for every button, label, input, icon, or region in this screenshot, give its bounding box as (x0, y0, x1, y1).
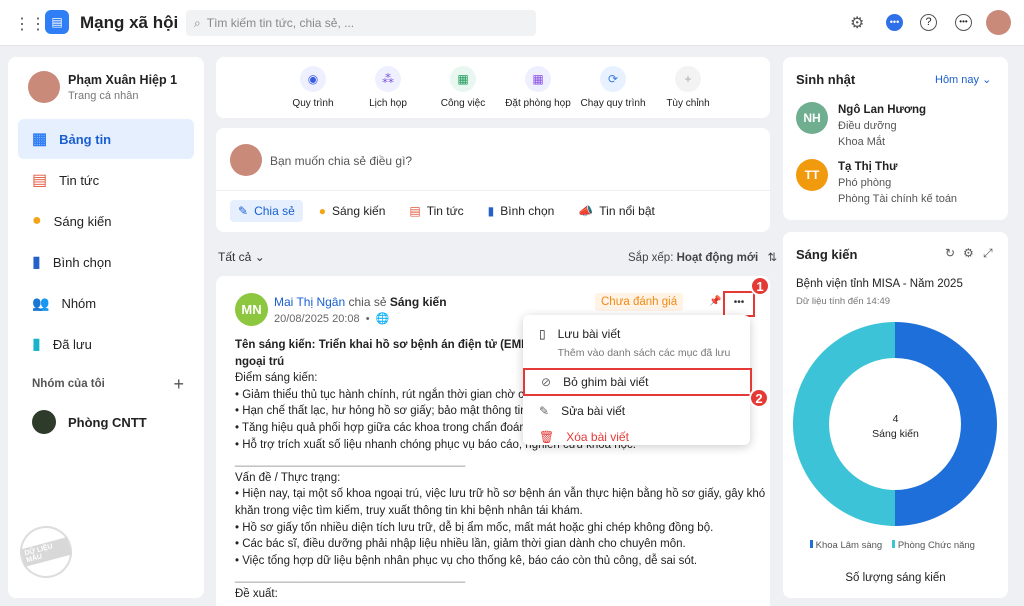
search-icon: ⌕ (194, 15, 201, 30)
chat-icon[interactable]: ••• (886, 14, 903, 31)
sort-control[interactable]: Sắp xếp: Hoạt động mới ⇅ (628, 250, 777, 264)
post-context-menu: ▯ Lưu bài viết Thêm vào danh sách các mục … (523, 315, 752, 445)
sort-icon: ⇅ (767, 252, 778, 264)
pencil-icon: ✎ (539, 404, 550, 418)
newspaper-icon: ▤ (32, 172, 48, 189)
run-workflow-icon: ⟳ (600, 66, 626, 92)
author-link[interactable]: Mai Thị Ngân (274, 295, 345, 309)
expand-icon[interactable]: ⤢ (983, 246, 993, 261)
user-avatar[interactable] (986, 10, 1011, 35)
tab-featured[interactable]: 📣 Tin nổi bật (570, 200, 663, 222)
post-composer: Bạn muốn chia sẻ điều gì? ✎ Chia sẻ ● Sáng… (216, 128, 770, 232)
group-icon: 👥 (32, 294, 50, 311)
bookmark-icon: ▯ (539, 327, 546, 341)
sample-data-watermark: DỮ LIỆU MẪU (14, 520, 78, 584)
app-title: Mạng xã hội (80, 13, 179, 32)
step-badge-2: 2 (749, 388, 769, 408)
legend-item: Phòng Chức năng (892, 540, 975, 551)
quick-action-run-workflow[interactable]: ⟳ Chạy quy trình (578, 66, 648, 109)
chevron-down-icon: ⌄ (254, 250, 265, 264)
more-icon[interactable]: ••• (955, 14, 972, 31)
tab-initiative[interactable]: ● Sáng kiến (311, 200, 394, 222)
lightbulb-icon: ● (318, 204, 326, 218)
pin-icon[interactable]: 📌 (709, 296, 721, 307)
author-avatar: MN (235, 293, 268, 326)
news-feed-icon: ▦ (32, 131, 48, 148)
menu-item-delete[interactable]: 🗑 Xóa bài viết (523, 430, 750, 444)
meeting-icon: ⁂ (375, 66, 401, 92)
bar-chart-icon: ▮ (32, 254, 41, 271)
quick-action-meeting[interactable]: ⁂ Lịch họp (353, 66, 423, 109)
menu-item-save[interactable]: ▯ Lưu bài viết Thêm vào danh sách các mục … (523, 315, 750, 359)
quick-action-customize[interactable]: + Tùy chỉnh (653, 66, 723, 109)
quick-action-workflow[interactable]: ◉ Quy trình (278, 66, 348, 109)
initiative-title: Sáng kiến (796, 247, 858, 262)
sidebar-item-polls[interactable]: ▮ Bình chọn (18, 242, 194, 282)
composer-input[interactable]: Bạn muốn chia sẻ điều gì? (270, 154, 412, 168)
help-icon[interactable]: ? (920, 14, 937, 31)
settings-icon[interactable]: ⚙ (850, 13, 864, 33)
tab-share[interactable]: ✎ Chia sẻ (230, 200, 303, 222)
app-logo-icon: ▤ (45, 10, 69, 34)
avatar (230, 144, 262, 176)
birthday-filter[interactable]: Hôm nay ⌄ (935, 73, 991, 86)
person-avatar: NH (796, 102, 828, 134)
quick-action-tasks[interactable]: ▦ Công việc (428, 66, 498, 109)
plus-icon: + (675, 66, 701, 92)
quick-action-room-booking[interactable]: ▦ Đặt phòng họp (503, 66, 573, 109)
bar-chart-icon: ▮ (487, 204, 495, 218)
feed-filter[interactable]: Tất cả ⌄ (218, 250, 265, 264)
step-badge-1: 1 (750, 276, 770, 296)
settings-icon[interactable]: ⚙ (963, 246, 974, 260)
profile-link[interactable]: Phạm Xuân Hiệp 1 Trang cá nhân (28, 71, 194, 103)
calendar-check-icon: ▦ (450, 66, 476, 92)
legend-item: Khoa Lâm sàng (810, 540, 882, 551)
sidebar-item-news[interactable]: ▤ Tin tức (18, 160, 194, 200)
initiative-widget: Sáng kiến ↻ ⚙ ⤢ Bệnh viện tỉnh MISA - Nă… (783, 232, 1008, 598)
birthday-person[interactable]: TT Tạ Thị Thư Phó phòng Phòng Tài chính kế… (796, 159, 957, 207)
avatar (28, 71, 60, 103)
quick-actions: ◉ Quy trình ⁂ Lịch họp ▦ Công việc ▦ Đặt phò… (216, 57, 770, 118)
birthday-widget: Sinh nhật Hôm nay ⌄ NH Ngô Lan Hương Điều… (783, 57, 1008, 220)
add-group-icon[interactable]: + (173, 375, 184, 393)
calendar-icon: ▦ (525, 66, 551, 92)
search-input[interactable]: ⌕ Tìm kiếm tin tức, chia sẻ, ... (186, 10, 536, 36)
globe-icon: 🌐 (375, 313, 390, 325)
person-avatar: TT (796, 159, 828, 191)
lightbulb-icon: ● (32, 212, 42, 229)
chart-center: 4 Sáng kiến (872, 413, 919, 440)
refresh-icon[interactable]: ↻ (945, 246, 955, 260)
megaphone-icon: 📣 (578, 204, 594, 218)
tab-news[interactable]: ▤ Tin tức (401, 200, 471, 222)
tab-poll[interactable]: ▮ Bình chọn (480, 200, 563, 222)
sidebar-item-news-feed[interactable]: ▦ Bảng tin (18, 119, 194, 159)
workflow-icon: ◉ (300, 66, 326, 92)
sidebar-item-saved[interactable]: ▮ Đã lưu (18, 324, 194, 364)
newspaper-icon: ▤ (409, 204, 421, 218)
trash-icon: 🗑 (539, 430, 555, 444)
top-bar: ⋮⋮⋮ ▤ Mạng xã hội ⌕ Tìm kiếm tin tức, chi… (0, 0, 1024, 46)
unpin-icon: ⊘ (541, 375, 552, 389)
group-avatar (32, 410, 56, 434)
menu-item-edit[interactable]: ✎ Sửa bài viết (523, 404, 750, 418)
bookmark-icon: ▮ (32, 336, 41, 353)
group-item[interactable]: Phòng CNTT (18, 402, 194, 442)
sidebar-item-initiatives[interactable]: ● Sáng kiến (18, 201, 194, 241)
sidebar-item-groups[interactable]: 👥 Nhóm (18, 283, 194, 323)
birthday-title: Sinh nhật (796, 72, 856, 87)
my-groups-heading: Nhóm của tôi (32, 378, 105, 390)
post-more-button[interactable]: ••• (723, 291, 755, 317)
chart-legend: Khoa Lâm sàng Phòng Chức năng (810, 540, 975, 551)
edit-icon: ✎ (238, 204, 249, 218)
status-badge: Chưa đánh giá (595, 293, 684, 311)
menu-item-unpin[interactable]: ⊘ Bỏ ghim bài viết (523, 368, 752, 396)
left-sidebar: Phạm Xuân Hiệp 1 Trang cá nhân ▦ Bảng tin … (8, 57, 204, 598)
birthday-person[interactable]: NH Ngô Lan Hương Điều dưỡng Khoa Mắt (796, 102, 926, 150)
